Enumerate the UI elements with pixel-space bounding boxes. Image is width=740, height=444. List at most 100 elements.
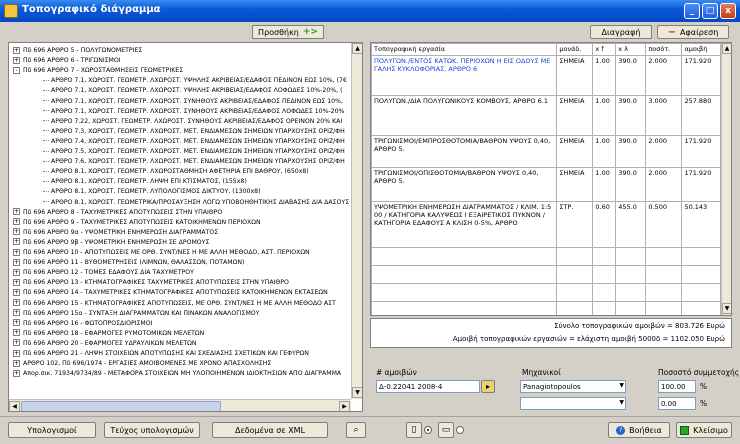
tree-leaf-item[interactable]: ΑΡΘΡΟ 7.1, ΧΩΡΟΣΤ. ΓΕΩΜΕΤΡ. ΛΧΩΡΟΣΤ. ΥΨΗ… — [43, 76, 347, 86]
tree-group-item[interactable]: + Πδ 696 ΑΡΘΡΟ 9β - ΥΨΟΜΕΤΡΙΚΗ ΕΝΗΜΕΡΩΣΗ … — [13, 238, 209, 248]
col-fee[interactable]: αμοιβή — [681, 43, 721, 56]
tree-group-item[interactable]: + Πδ 696 ΑΡΘΡΟ 10 - ΑΠΟΤΥΠΩΣΕΙΣ ΜΕ ΟΡΘ. Σ… — [13, 248, 310, 258]
table-row[interactable]: ΤΡΙΓΩΝΙΣΜΟΙ/ΕΜΠΡΟΣΘΟΤΟΜΙΑ/ΒΑΘΡΟΝ ΥΨΟΥΣ 0… — [371, 135, 721, 168]
cell-xf[interactable]: 0.60 — [592, 201, 617, 248]
table-scroll-up-icon[interactable]: ▲ — [722, 43, 731, 54]
tree-group-item[interactable]: - Πδ 696 ΑΡΘΡΟ 7 - ΧΩΡΟΣΤΑΘΜΗΣΕΙΣ ΓΕΩΜΕΤΡ… — [13, 66, 183, 76]
cell-work[interactable]: ΤΡΙΓΩΝΙΣΜΟΙ/ΟΠΙΣΘΟΤΟΜΙΑ/ΒΑΘΡΟΝ ΥΨΟΥΣ 0,4… — [371, 167, 558, 202]
col-work[interactable]: Τοπογραφική εργασία — [371, 43, 558, 56]
portrait-radio[interactable] — [424, 426, 432, 434]
share-input-1[interactable]: 100.00 — [658, 380, 696, 393]
cell-xl[interactable]: 390.0 — [615, 95, 647, 136]
expand-icon[interactable]: + — [13, 309, 20, 317]
open-folder-button[interactable]: ▸ — [481, 380, 495, 393]
preview-button[interactable]: ⌕ — [346, 422, 366, 438]
tree-group-item[interactable]: + Πδ 696 ΑΡΘΡΟ 11 - ΒΥΘΟΜΕΤΡΗΣΕΙΣ (ΛΙΜΝΩΝ… — [13, 258, 244, 268]
tree-group-item[interactable]: + Πδ 696 ΑΡΘΡΟ 16 - ΦΩΤΟΠΡΟΣΔΙΟΡΙΣΜΟΙ — [13, 319, 152, 329]
cell-unit[interactable]: ΣΗΜΕΙΑ — [556, 167, 594, 202]
landscape-layout-button[interactable]: ▭ — [438, 422, 454, 438]
expand-icon[interactable]: + — [13, 278, 20, 286]
col-unit[interactable]: μονάδ. — [556, 43, 594, 56]
tree-leaf-item[interactable]: ΑΡΘΡΟ 7.5, ΧΩΡΟΣΤ. ΓΕΩΜΕΤΡ. ΛΧΩΡΟΣΤ. ΜΕΤ… — [43, 147, 345, 157]
cell-fee[interactable]: 50.143 — [681, 201, 721, 248]
remove-button[interactable]: − Αφαίρεση — [657, 25, 729, 39]
collapse-icon[interactable]: - — [13, 66, 20, 74]
scroll-up-icon[interactable]: ▲ — [352, 43, 362, 54]
cell-unit[interactable]: ΣΗΜΕΙΑ — [556, 55, 594, 96]
tree-group-item[interactable]: + Πδ 696 ΑΡΘΡΟ 15 - ΚΤΗΜΑΤΟΓΡΑΦΙΚΕΣ ΑΠΟΤΥ… — [13, 299, 336, 309]
tree-hscroll[interactable]: ◀ ▶ — [9, 399, 351, 411]
cell-qty[interactable]: 2.000 — [645, 167, 683, 202]
tree-group-item[interactable]: + Πδ 696 ΑΡΘΡΟ 15α - ΣΥΝΤΑΞΗ ΔΙΑΓΡΑΜΜΑΤΩΝ… — [13, 309, 259, 319]
tree-vscroll[interactable]: ▲ ▼ — [351, 43, 362, 399]
tree-group-item[interactable]: + Πδ 696 ΑΡΘΡΟ 5 - ΠΟΛΥΓΩΝΟΜΕΤΡΙΕΣ — [13, 46, 142, 56]
tree-group-item[interactable]: + Απορ.σικ. 71934/9734/89 - ΜΕΤΑΦΟΡΑ ΣΤΟΙ… — [13, 369, 341, 379]
scroll-left-icon[interactable]: ◀ — [9, 401, 20, 411]
tree-group-item[interactable]: + Πδ 696 ΑΡΘΡΟ 8 - ΤΑΧΥΜΕΤΡΙΚΕΣ ΑΠΟΤΥΠΩΣΕ… — [13, 208, 222, 218]
expand-icon[interactable]: + — [13, 359, 20, 367]
cell-fee[interactable]: 171.920 — [681, 55, 721, 96]
cell-xf[interactable]: 1.00 — [592, 167, 617, 202]
cell-fee[interactable]: 171.920 — [681, 167, 721, 202]
tree-group-item[interactable]: + Πδ 696 ΑΡΘΡΟ 6 - ΤΡΙΓΩΝΙΣΜΟΙ — [13, 56, 121, 66]
xml-button[interactable]: Δεδομένα σε XML — [212, 422, 328, 438]
delete-button[interactable]: Διαγραφή — [590, 25, 652, 39]
expand-icon[interactable]: + — [13, 208, 20, 216]
expand-icon[interactable]: + — [13, 238, 20, 246]
expand-icon[interactable]: + — [13, 319, 20, 327]
calculations-button[interactable]: Υπολογισμοί — [8, 422, 96, 438]
expand-icon[interactable]: + — [13, 56, 20, 64]
tree-group-item[interactable]: + Πδ 696 ΑΡΘΡΟ 9α - ΥΨΟΜΕΤΡΙΚΗ ΕΝΗΜΕΡΩΣΗ … — [13, 228, 218, 238]
col-xl[interactable]: x λ — [615, 43, 647, 56]
exit-button[interactable]: Κλείσιμο — [676, 422, 732, 438]
expand-icon[interactable]: + — [13, 299, 20, 306]
cell-xf[interactable]: 1.00 — [592, 135, 617, 168]
expand-icon[interactable]: + — [13, 268, 20, 276]
tree-group-item[interactable]: + ΑΡΘΡΟ 102, Πδ 696/1974 - ΕΡΓΑΣΙΕΣ ΑΜΟΙΒ… — [13, 359, 271, 369]
help-button[interactable]: ? Βοήθεια — [608, 422, 670, 438]
tree-group-item[interactable]: + Πδ 696 ΑΡΘΡΟ 12 - ΤΟΜΕΣ ΕΔΑΦΟΥΣ ΔΙΑ ΤΑΧ… — [13, 268, 194, 278]
cell-xl[interactable]: 455.0 — [615, 201, 647, 248]
tree-leaf-item[interactable]: ΑΡΘΡΟ 8.1, ΧΩΡΟΣΤ. ΓΕΩΜΕΤΡ. ΛΥΠΟΛΟΓΙΣΜΟΣ… — [43, 187, 260, 197]
cell-qty[interactable]: 0.500 — [645, 201, 683, 248]
expand-icon[interactable]: + — [13, 248, 20, 256]
expand-icon[interactable]: + — [13, 339, 20, 347]
expand-icon[interactable]: + — [13, 349, 20, 357]
fee-input[interactable]: Δ-0.22041 2008-4 — [376, 380, 480, 393]
scroll-down-icon[interactable]: ▼ — [352, 387, 362, 398]
cell-work[interactable]: ΠΟΛΥΓΩΝ./ΔΙΑ ΠΟΛΥΓΩΝΙΚΟΥΣ ΚΟΜΒΟΥΣ, ΑΡΘΡΟ… — [371, 95, 558, 136]
cell-xf[interactable]: 1.00 — [592, 55, 617, 96]
col-qty[interactable]: ποσότ. — [645, 43, 683, 56]
cell-fee[interactable]: 171.920 — [681, 135, 721, 168]
tree-leaf-item[interactable]: ΑΡΘΡΟ 7.4, ΧΩΡΟΣΤ. ΓΕΩΜΕΤΡ. ΛΧΩΡΟΣΤ. ΜΕΤ… — [43, 137, 345, 147]
tree-leaf-item[interactable]: ΑΡΘΡΟ 8.1, ΧΩΡΟΣΤ. ΓΕΩΜΕΤΡΙΚΑ/ΠΡΟΣΑΥΞΗΣΗ… — [43, 198, 349, 208]
add-button[interactable]: Προσθήκη +> — [252, 25, 324, 39]
engineer-select-2[interactable]: ▼ — [520, 397, 626, 410]
cell-xf[interactable]: 1.00 — [592, 95, 617, 136]
landscape-radio[interactable] — [456, 426, 464, 434]
cell-unit[interactable]: ΣΗΜΕΙΑ — [556, 135, 594, 168]
cell-qty[interactable]: 3.000 — [645, 95, 683, 136]
table-row[interactable]: ΠΟΛΥΓΩΝ./ΕΝΤΟΣ ΚΑΤΩΚ. ΠΕΡΙΟΧΩΝ Η ΕΙΣ ΟΔΟ… — [371, 55, 721, 96]
maximize-button[interactable]: □ — [702, 3, 718, 19]
tree-leaf-item[interactable]: ΑΡΘΡΟ 7.6, ΧΩΡΟΣΤ. ΓΕΩΜΕΤΡ. ΛΧΩΡΟΣΤ. ΜΕΤ… — [43, 157, 345, 167]
share-input-2[interactable]: 0.00 — [658, 397, 696, 410]
tree-leaf-item[interactable]: ΑΡΘΡΟ 7.22, ΧΩΡΟΣΤ. ΓΕΩΜΕΤΡ. ΛΧΩΡΟΣΤ. ΣΥ… — [43, 117, 342, 127]
tree-group-item[interactable]: + Πδ 696 ΑΡΘΡΟ 21 - ΛΗΨΗ ΣΤΟΙΧΕΙΩΝ ΑΠΟΤΥΠ… — [13, 349, 309, 359]
cell-work[interactable]: ΥΨΟΜΕΤΡΙΚΗ ΕΝΗΜΕΡΩΣΗ ΔΙΑΓΡΑΜΜΑΤΟΣ / ΚΛΙΜ… — [371, 201, 558, 248]
close-window-button[interactable]: x — [720, 3, 736, 19]
cell-fee[interactable]: 257.880 — [681, 95, 721, 136]
table-scroll-down-icon[interactable]: ▼ — [722, 303, 731, 314]
tree-group-item[interactable]: + Πδ 696 ΑΡΘΡΟ 20 - ΕΦΑΡΜΟΓΕΣ ΥΔΡΑΥΛΙΚΩΝ … — [13, 339, 197, 349]
cell-unit[interactable]: ΣΤΡ. — [556, 201, 594, 248]
tree-leaf-item[interactable]: ΑΡΘΡΟ 8.1, ΧΩΡΟΣΤ. ΓΕΩΜΕΤΡ. ΛΗΨΗ ΕΠΙ ΚΤΙ… — [43, 177, 247, 187]
tree-leaf-item[interactable]: ΑΡΘΡΟ 7.1, ΧΩΡΟΣΤ. ΓΕΩΜΕΤΡ. ΛΧΩΡΟΣΤ. ΣΥΝ… — [43, 97, 343, 107]
booklet-button[interactable]: Τεύχος υπολογισμών — [104, 422, 200, 438]
tree-group-item[interactable]: + Πδ 696 ΑΡΘΡΟ 18 - ΕΦΑΡΜΟΓΕΣ ΡΥΜΟΤΟΜΙΚΩΝ… — [13, 329, 204, 339]
cell-qty[interactable]: 2.000 — [645, 55, 683, 96]
cell-xl[interactable]: 390.0 — [615, 167, 647, 202]
table-row[interactable]: ΥΨΟΜΕΤΡΙΚΗ ΕΝΗΜΕΡΩΣΗ ΔΙΑΓΡΑΜΜΑΤΟΣ / ΚΛΙΜ… — [371, 201, 721, 248]
tree-group-item[interactable]: + Πδ 696 ΑΡΘΡΟ 14 - ΤΑΧΥΜΕΤΡΙΚΕΣ ΚΤΗΜΑΤΟΓ… — [13, 288, 328, 298]
cell-work[interactable]: ΠΟΛΥΓΩΝ./ΕΝΤΟΣ ΚΑΤΩΚ. ΠΕΡΙΟΧΩΝ Η ΕΙΣ ΟΔΟ… — [371, 55, 558, 96]
expand-icon[interactable]: + — [13, 46, 20, 54]
